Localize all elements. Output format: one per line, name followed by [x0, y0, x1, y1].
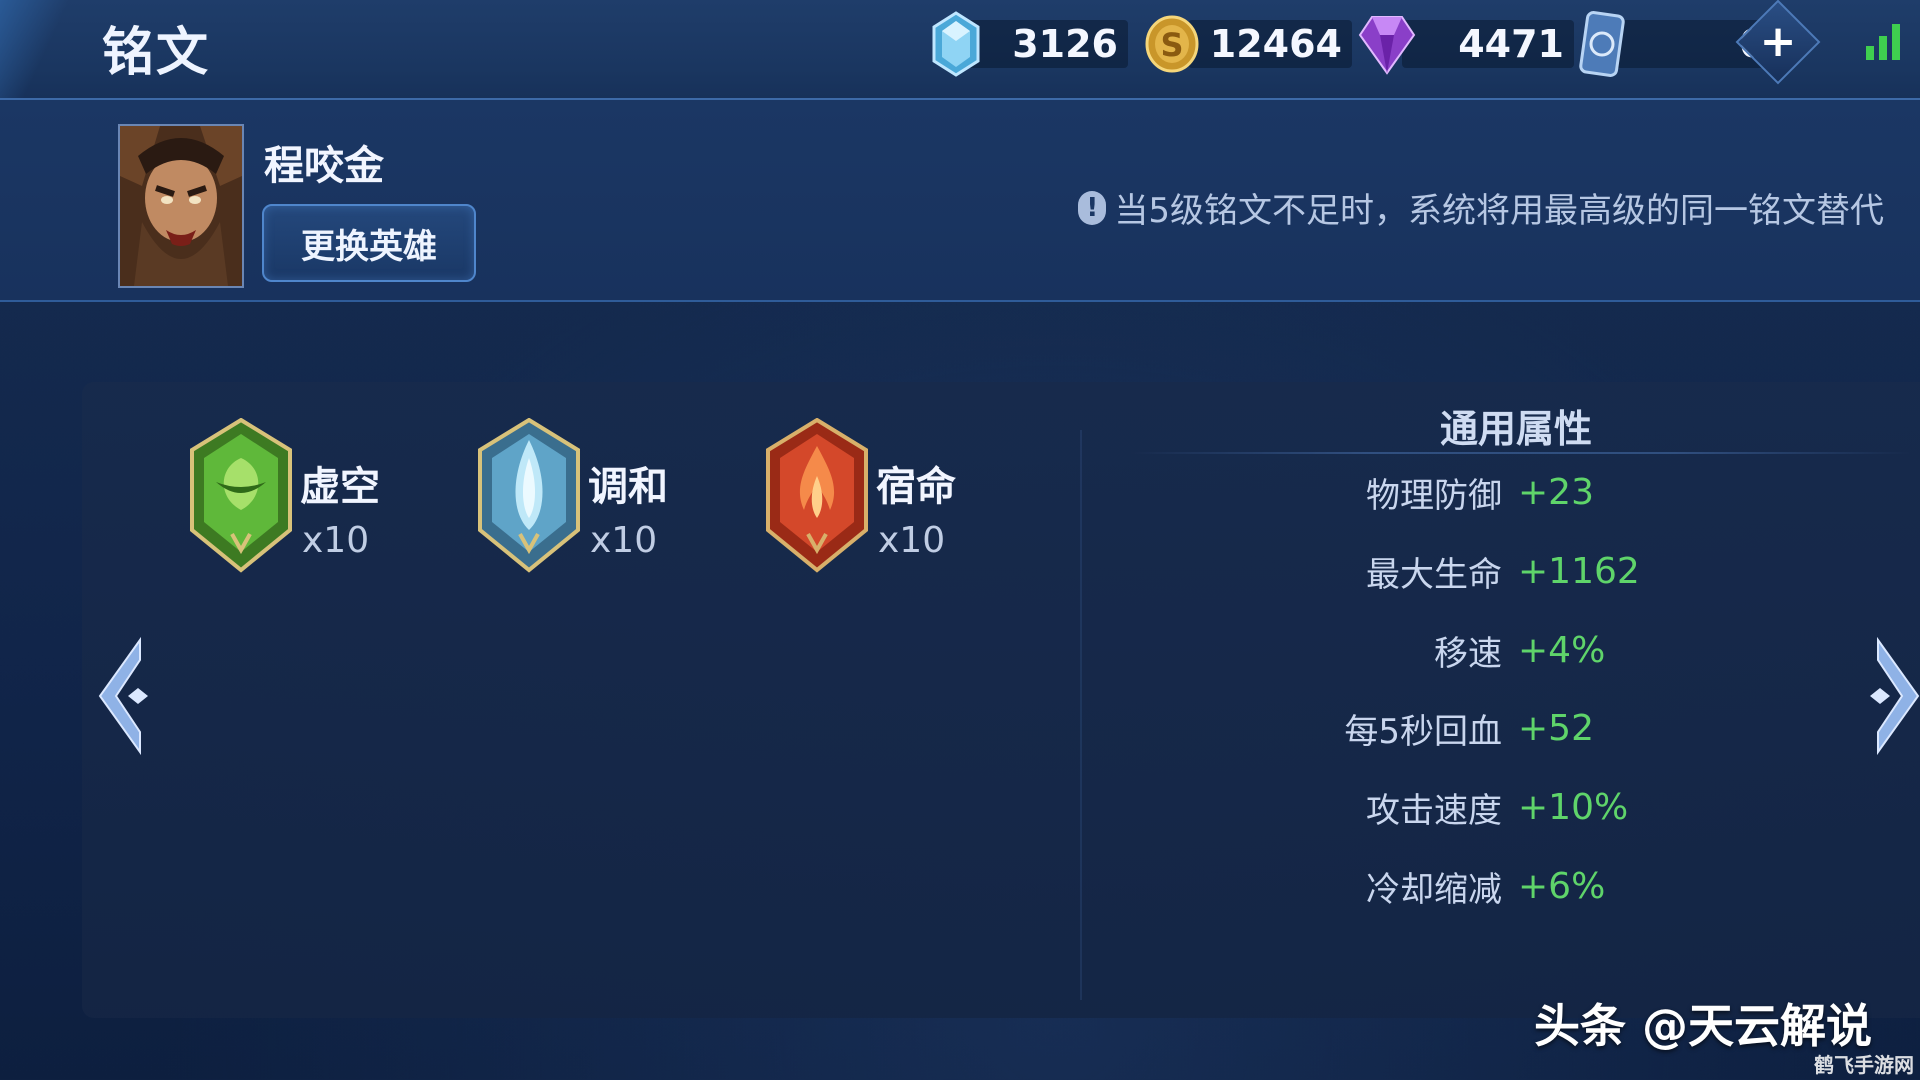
stat-row: 冷却缩减 +6% — [1200, 861, 1720, 911]
currency-ice-value: 3126 — [962, 20, 1128, 68]
signal-icon — [1866, 24, 1900, 60]
stat-row: 物理防御 +23 — [1200, 467, 1720, 517]
change-hero-button[interactable]: 更换英雄 — [262, 204, 476, 282]
watermark-main: 头条 @天云解说 — [1534, 999, 1873, 1053]
rune-name: 虚空 — [300, 464, 380, 510]
stats-title: 通用属性 — [1440, 407, 1593, 451]
stat-value: +52 — [1518, 707, 1594, 749]
stat-value: +6% — [1518, 865, 1606, 907]
prev-page-arrow-icon[interactable] — [94, 636, 160, 756]
fate-rune-icon — [766, 418, 868, 573]
stat-row: 每5秒回血 +52 — [1200, 703, 1720, 753]
info-icon: ! — [1078, 190, 1107, 225]
hero-portrait[interactable] — [118, 124, 244, 288]
rune-count: x10 — [590, 520, 658, 561]
next-page-arrow-icon[interactable] — [1858, 636, 1920, 756]
page-title: 铭文 — [102, 23, 211, 83]
hero-portrait-image — [120, 126, 242, 286]
rune-item-void[interactable]: 虚空 x10 — [188, 418, 448, 578]
purple-gem-icon — [1358, 16, 1416, 75]
hero-name: 程咬金 — [264, 143, 384, 189]
stat-label: 移速 — [1434, 633, 1502, 674]
stat-label: 物理防御 — [1366, 475, 1502, 516]
panel-divider — [1080, 430, 1082, 1000]
stat-label: 冷却缩减 — [1366, 869, 1502, 910]
rune-notice-text: 当5级铭文不足时，系统将用最高级的同一铭文替代 — [1114, 191, 1884, 231]
stat-row: 移速 +4% — [1200, 625, 1720, 675]
stat-label: 最大生命 — [1366, 554, 1502, 595]
currency-ice: 3126 — [930, 11, 1128, 77]
currency-gem-value: 4471 — [1402, 20, 1574, 68]
stat-label: 每5秒回血 — [1344, 711, 1502, 752]
harmony-rune-icon — [478, 418, 580, 573]
top-bar-slant — [0, 0, 70, 98]
watermark-small: 鹤飞手游网 — [1814, 1053, 1914, 1077]
gold-coin-icon: S — [1145, 15, 1199, 73]
currency-gold: S 12464 — [1144, 14, 1352, 74]
currency-gold-value: 12464 — [1188, 20, 1352, 68]
stat-value: +23 — [1518, 471, 1594, 513]
ticket-card-icon — [1579, 11, 1625, 77]
rune-name: 宿命 — [876, 464, 956, 510]
rune-item-harmony[interactable]: 调和 x10 — [476, 418, 736, 578]
rune-item-fate[interactable]: 宿命 x10 — [764, 418, 1024, 578]
stat-label: 攻击速度 — [1366, 790, 1502, 831]
stats-title-underline — [1130, 452, 1910, 454]
currency-gem: 4471 — [1358, 14, 1574, 75]
stat-value: +10% — [1518, 786, 1629, 828]
ice-crystal-icon — [932, 11, 980, 77]
rune-notice: ! 当5级铭文不足时，系统将用最高级的同一铭文替代 — [1078, 183, 1884, 232]
stat-value: +4% — [1518, 629, 1606, 671]
rune-count: x10 — [878, 520, 946, 561]
plus-icon: + — [1759, 16, 1797, 67]
rune-name: 调和 — [588, 464, 668, 510]
stat-value: +1162 — [1518, 550, 1640, 592]
stat-row: 攻击速度 +10% — [1200, 782, 1720, 832]
stat-row: 最大生命 +1162 — [1200, 546, 1720, 596]
rune-count: x10 — [302, 520, 370, 561]
svg-text:S: S — [1160, 26, 1183, 64]
void-rune-icon — [190, 418, 292, 573]
